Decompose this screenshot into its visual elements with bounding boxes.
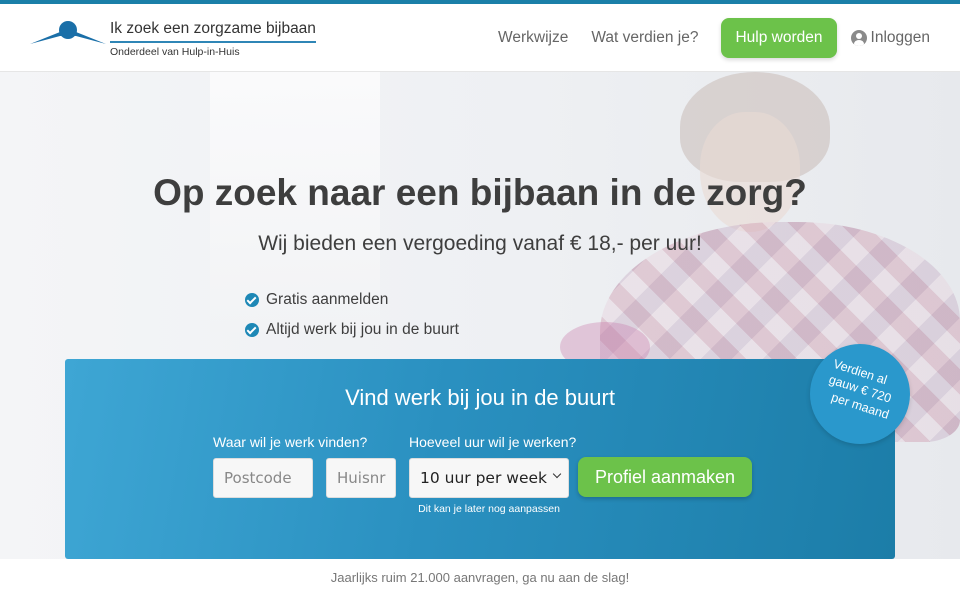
postcode-input[interactable]: Postcode — [213, 458, 313, 498]
benefit-item: Gratis aanmelden — [245, 285, 459, 315]
check-circle-icon — [245, 323, 259, 337]
benefit-label: Gratis aanmelden — [266, 291, 389, 308]
chevron-down-icon — [552, 469, 562, 479]
logo[interactable]: Ik zoek een zorgzame bijbaan Onderdeel v… — [30, 20, 316, 58]
footnote: Jaarlijks ruim 21.000 aanvragen, ga nu a… — [330, 570, 630, 585]
logo-title: Ik zoek een zorgzame bijbaan — [110, 20, 316, 43]
check-circle-icon — [245, 293, 259, 307]
hours-select-value: 10 uur per week — [420, 469, 547, 487]
user-icon — [850, 30, 867, 46]
hero-subtitle: Wij bieden een vergoeding vanaf € 18,- p… — [258, 232, 702, 255]
login-label: Inloggen — [870, 29, 930, 46]
benefit-label: Altijd werk bij jou in de buurt — [266, 321, 459, 338]
earnings-badge: Verdien al gauw € 720 per maand — [810, 344, 910, 444]
become-helper-button[interactable]: Hulp worden — [721, 18, 837, 58]
benefit-item: Altijd werk bij jou in de buurt — [245, 315, 459, 345]
hours-hint: Dit kan je later nog aanpassen — [418, 503, 560, 515]
search-title: Vind werk bij jou in de buurt — [345, 385, 615, 410]
hero-section: Op zoek naar een bijbaan in de zorg? Wij… — [0, 72, 960, 600]
benefit-list: Gratis aanmelden Altijd werk bij jou in … — [245, 285, 459, 345]
job-search-form: Vind werk bij jou in de buurt Waar wil j… — [65, 359, 895, 559]
create-profile-button[interactable]: Profiel aanmaken — [578, 457, 752, 497]
hours-select[interactable]: 10 uur per week — [409, 458, 569, 498]
site-header: Ik zoek een zorgzame bijbaan Onderdeel v… — [0, 4, 960, 72]
location-label: Waar wil je werk vinden? — [213, 434, 368, 450]
hero-title: Op zoek naar een bijbaan in de zorg? — [153, 172, 807, 213]
login-link[interactable]: Inloggen — [850, 29, 930, 47]
nav-link-earnings[interactable]: Wat verdien je? — [591, 29, 698, 47]
main-nav: Werkwijze Wat verdien je? Hulp worden In… — [475, 18, 930, 58]
logo-mark-icon — [30, 21, 106, 44]
logo-subtitle: Onderdeel van Hulp-in-Huis — [110, 46, 240, 58]
nav-link-werkwijze[interactable]: Werkwijze — [498, 29, 568, 47]
housenumber-input[interactable]: Huisnr — [326, 458, 396, 498]
hours-label: Hoeveel uur wil je werken? — [409, 434, 577, 450]
